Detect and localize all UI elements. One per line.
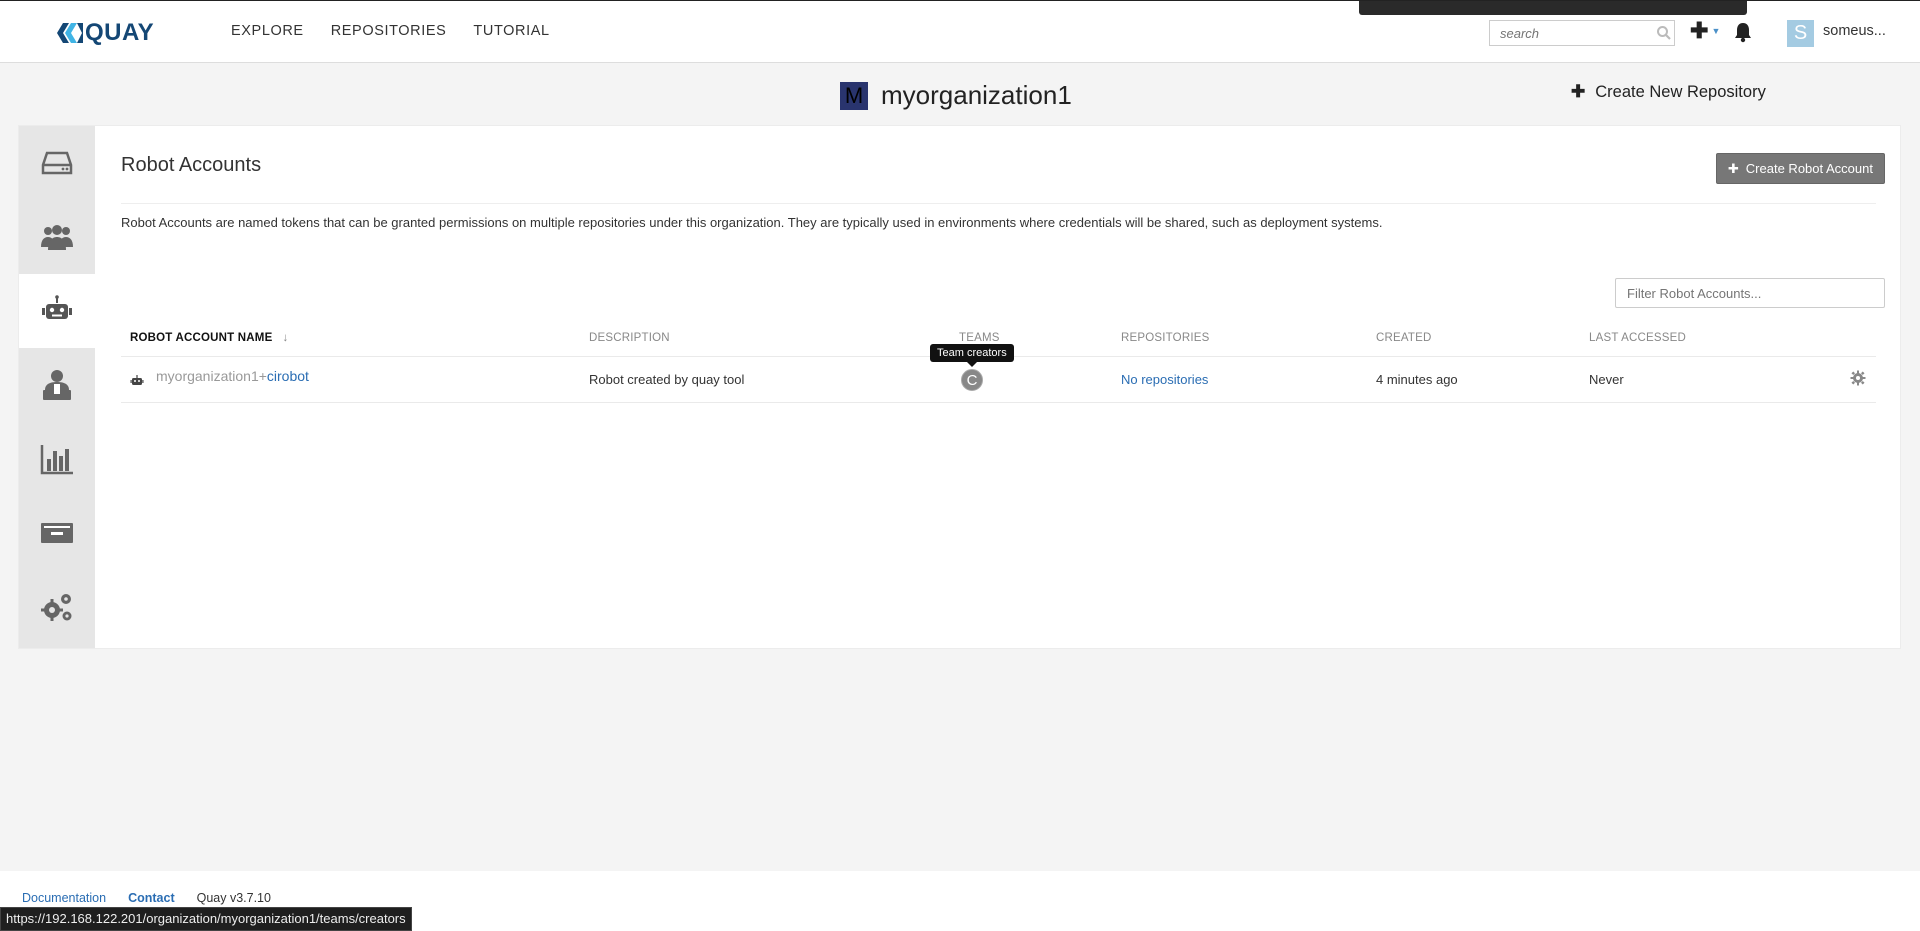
browser-status-url: https://192.168.122.201/organization/myo…: [0, 907, 412, 931]
footer-documentation-link[interactable]: Documentation: [22, 891, 106, 905]
robot-created: 4 minutes ago: [1376, 372, 1458, 387]
notification-toast: [1359, 1, 1747, 15]
create-robot-account-button[interactable]: ✚ Create Robot Account: [1715, 153, 1885, 184]
team-avatar-badge[interactable]: C: [961, 369, 983, 391]
gears-icon: [41, 594, 72, 621]
org-avatar: M: [840, 81, 868, 110]
teams-icon: [41, 225, 73, 250]
robot-account-name[interactable]: myorganization1+cirobot: [156, 368, 309, 384]
nav-explore[interactable]: EXPLORE: [231, 23, 304, 39]
create-robot-label: Create Robot Account: [1745, 161, 1873, 176]
search-icon[interactable]: [1656, 25, 1672, 41]
sidebar-item-default-permissions[interactable]: [19, 348, 95, 422]
search-input[interactable]: [1489, 20, 1675, 46]
sidebar-item-billing[interactable]: [19, 496, 95, 570]
sort-arrow-icon: ↓: [282, 332, 289, 344]
column-header-teams[interactable]: TEAMS: [959, 332, 1000, 344]
sidebar-item-robot-accounts[interactable]: [19, 274, 95, 348]
gear-icon[interactable]: [1850, 370, 1866, 386]
column-header-repositories[interactable]: REPOSITORIES: [1121, 332, 1209, 344]
org-panel: Robot Accounts ✚ Create Robot Account Ro…: [18, 125, 1901, 649]
robot-short-name[interactable]: cirobot: [267, 368, 309, 384]
footer-links: Documentation Contact Quay v3.7.10: [22, 891, 271, 905]
robot-repositories-link[interactable]: No repositories: [1121, 372, 1208, 387]
filter-robots-input[interactable]: [1615, 278, 1885, 308]
column-header-created[interactable]: CREATED: [1376, 332, 1432, 344]
table-row-divider: [121, 402, 1876, 403]
sidebar-item-usage-logs[interactable]: [19, 422, 95, 496]
robot-icon: [130, 375, 144, 385]
column-header-robot-name[interactable]: ROBOT ACCOUNT NAME ↓: [130, 332, 288, 344]
nav-repositories[interactable]: REPOSITORIES: [331, 23, 447, 39]
section-description: Robot Accounts are named tokens that can…: [121, 215, 1383, 230]
user-avatar[interactable]: S: [1787, 20, 1814, 47]
quay-logo-icon: [57, 23, 83, 43]
column-header-label: ROBOT ACCOUNT NAME: [130, 332, 273, 344]
robot-icon: [42, 295, 72, 319]
footer-contact-link[interactable]: Contact: [128, 891, 175, 905]
create-menu-button[interactable]: ✚ ▼: [1690, 18, 1721, 43]
robot-org-prefix: myorganization1+: [156, 368, 267, 384]
bell-icon[interactable]: [1733, 21, 1753, 43]
sidebar-item-teams[interactable]: [19, 200, 95, 274]
footer-version: Quay v3.7.10: [196, 891, 271, 905]
team-tooltip: Team creators: [930, 344, 1014, 367]
top-navbar: QUAY EXPLORE REPOSITORIES TUTORIAL ✚ ▼ S…: [0, 0, 1920, 63]
divider: [121, 203, 1876, 204]
nav-tutorial[interactable]: TUTORIAL: [473, 23, 549, 39]
main-nav: EXPLORE REPOSITORIES TUTORIAL: [231, 23, 550, 39]
credit-card-icon: [41, 523, 73, 543]
usage-logs-icon: [40, 445, 73, 475]
user-menu[interactable]: someus...: [1823, 23, 1886, 39]
repositories-icon: [41, 151, 73, 175]
sidebar-item-repositories[interactable]: [19, 126, 95, 200]
plus-icon: ✚: [1690, 18, 1709, 43]
sidebar-item-settings[interactable]: [19, 570, 95, 644]
robot-last-accessed: Never: [1589, 372, 1624, 387]
org-sidebar: [19, 126, 95, 648]
logo-text: QUAY: [85, 19, 155, 46]
robot-description: Robot created by quay tool: [589, 372, 745, 387]
default-permissions-icon: [43, 370, 71, 400]
column-header-description[interactable]: DESCRIPTION: [589, 332, 670, 344]
create-repository-link[interactable]: ✚ Create New Repository: [1571, 82, 1766, 102]
column-header-last-accessed[interactable]: LAST ACCESSED: [1589, 332, 1686, 344]
org-header: M myorganization1: [840, 80, 1072, 111]
plus-icon: ✚: [1571, 82, 1586, 101]
plus-icon: ✚: [1727, 160, 1739, 176]
org-name: myorganization1: [881, 80, 1072, 110]
caret-down-icon: ▼: [1711, 26, 1721, 36]
quay-logo[interactable]: QUAY: [57, 18, 154, 48]
create-repository-label: Create New Repository: [1595, 82, 1766, 101]
section-title: Robot Accounts: [121, 154, 262, 176]
